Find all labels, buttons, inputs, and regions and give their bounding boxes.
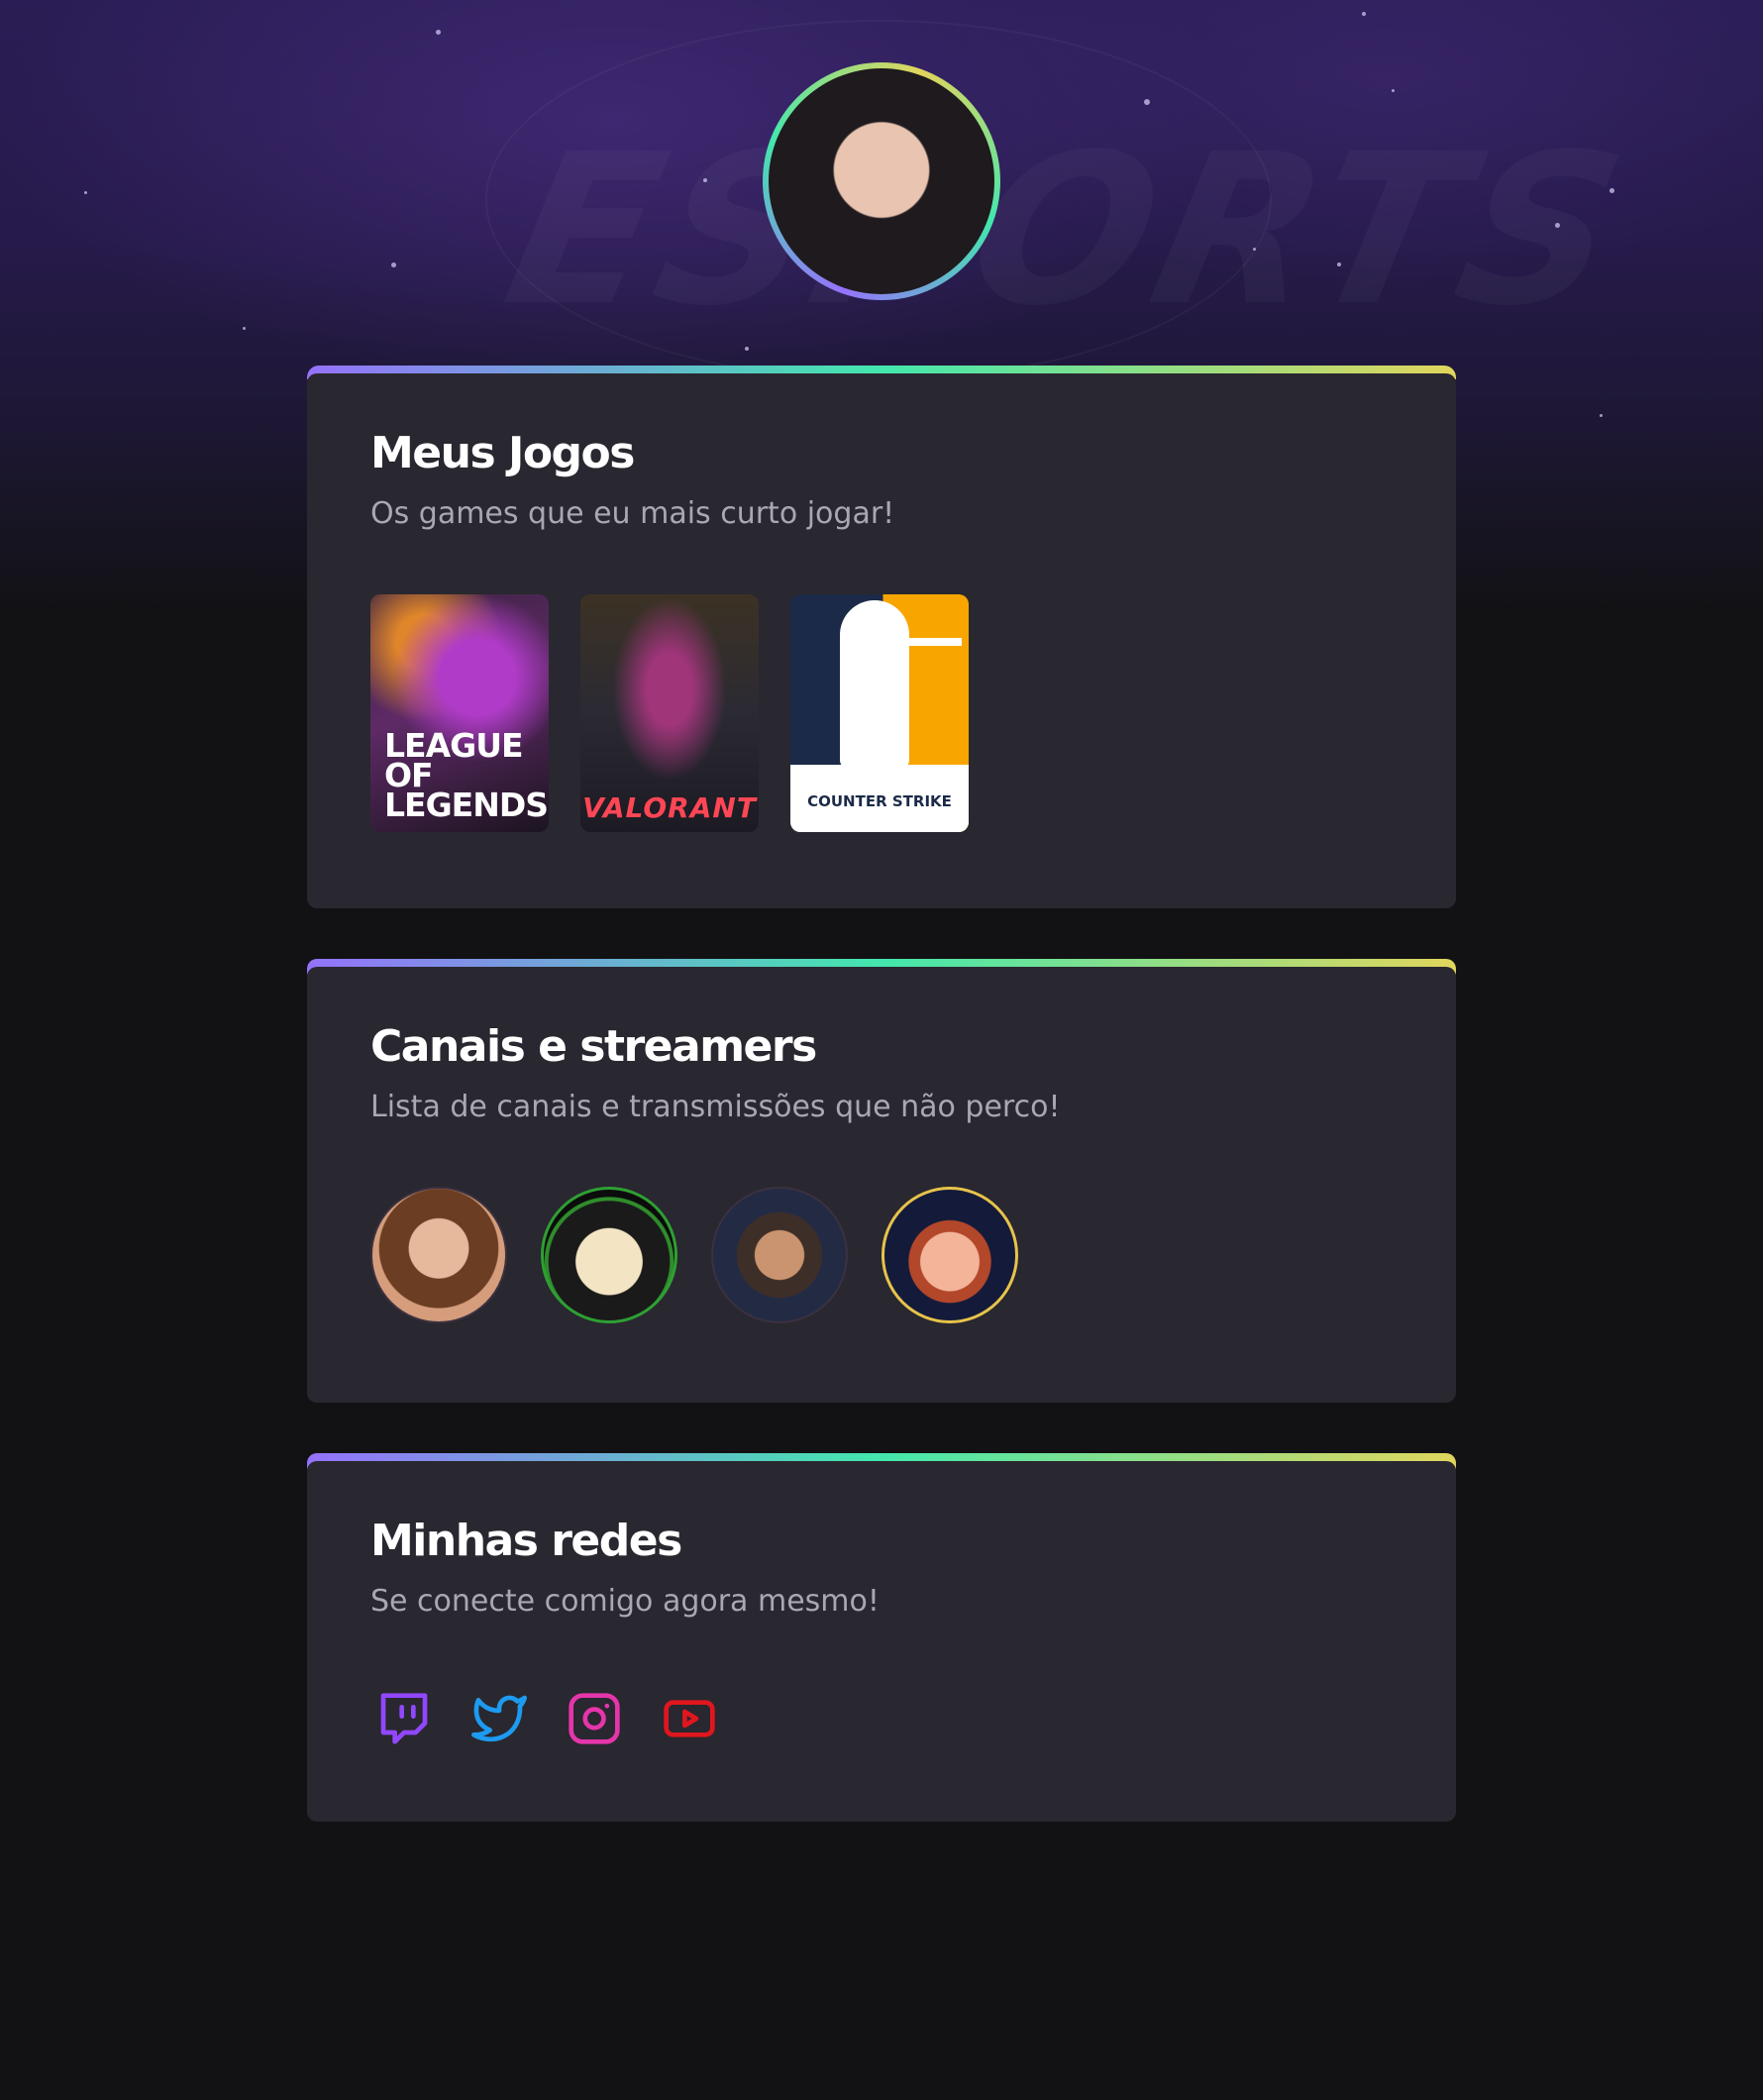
twitch-icon[interactable] (376, 1691, 432, 1746)
games-subtitle: Os games que eu mais curto jogar! (370, 496, 895, 531)
streamers-title: Canais e streamers (370, 1021, 817, 1072)
streamers-list (370, 1187, 1018, 1323)
social-card: Minhas redes Se conecte comigo agora mes… (307, 1453, 1456, 1822)
streamer-avatar[interactable] (370, 1187, 507, 1323)
social-title: Minhas redes (370, 1516, 682, 1566)
games-card: Meus Jogos Os games que eu mais curto jo… (307, 366, 1456, 908)
instagram-icon[interactable] (567, 1691, 622, 1746)
streamer-avatar[interactable] (711, 1187, 848, 1323)
streamers-card: Canais e streamers Lista de canais e tra… (307, 959, 1456, 1403)
esports-watermark: ESPORTS (489, 109, 1646, 352)
game-valorant[interactable]: VALORANT (580, 594, 759, 832)
social-links (376, 1691, 717, 1746)
game-logo: VALORANT (582, 791, 757, 824)
social-subtitle: Se conecte comigo agora mesmo! (370, 1584, 880, 1619)
games-title: Meus Jogos (370, 428, 635, 478)
streamer-avatar[interactable] (541, 1187, 677, 1323)
soldier-silhouette-icon (840, 600, 909, 769)
game-logo: LEAGUE OF LEGENDS (384, 726, 549, 824)
games-list: LEAGUE OF LEGENDS VALORANT COUNTER STRIK… (370, 594, 969, 832)
game-league-of-legends[interactable]: LEAGUE OF LEGENDS (370, 594, 549, 832)
profile-photo (769, 68, 994, 294)
twitter-icon[interactable] (471, 1691, 527, 1746)
profile-avatar (763, 62, 1000, 300)
streamers-subtitle: Lista de canais e transmissões que não p… (370, 1090, 1061, 1124)
youtube-icon[interactable] (662, 1691, 717, 1746)
streamer-avatar[interactable] (882, 1187, 1018, 1323)
game-logo: COUNTER STRIKE (807, 792, 952, 810)
game-counter-strike[interactable]: COUNTER STRIKE (790, 594, 969, 832)
